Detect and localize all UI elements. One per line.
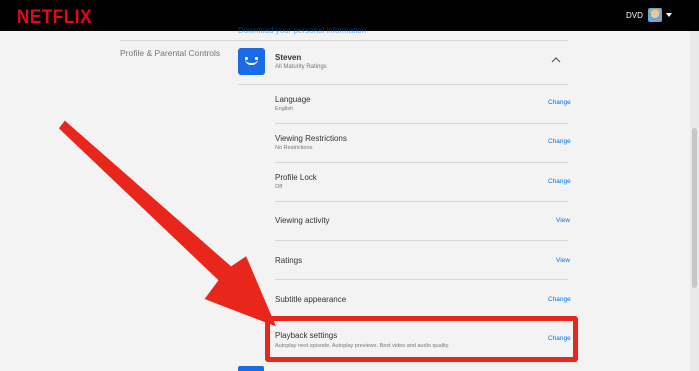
annotation-arrow-icon	[58, 120, 277, 327]
